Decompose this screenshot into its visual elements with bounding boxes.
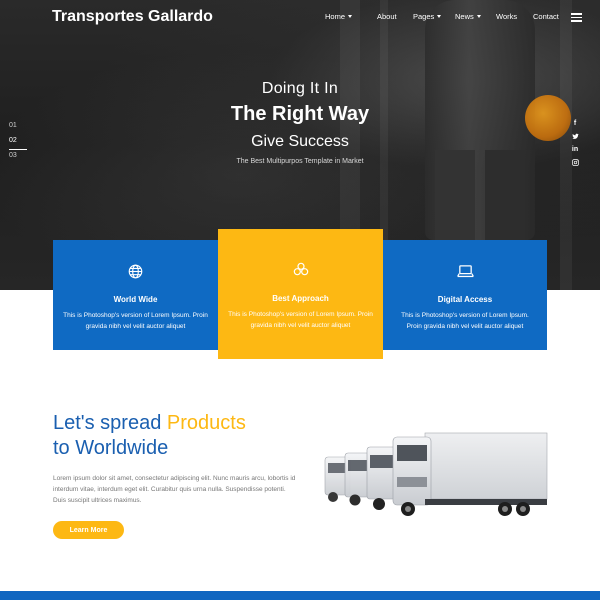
section-heading-line-2: to Worldwide (53, 437, 169, 459)
footer-bar (0, 591, 600, 600)
globe-icon (53, 264, 218, 279)
coins-icon (218, 262, 383, 276)
feature-title: Digital Access (437, 295, 493, 304)
menu-item-pages[interactable]: Pages (413, 12, 455, 21)
hero-tagline: The Best Multipurpos Template in Market (236, 158, 364, 165)
menu-item-label: About (377, 12, 397, 21)
menu-item-label: Contact (533, 12, 559, 21)
feature-description: This is Photoshop's version of Lorem Ips… (228, 311, 373, 329)
laptop-icon (383, 264, 547, 279)
heading-accent: Products (166, 412, 246, 434)
heading-text: Let's spread (53, 412, 167, 434)
brand-logo[interactable]: Transportes Gallardo (52, 8, 213, 26)
menu-item-label: News (455, 12, 474, 21)
feature-title: Best Approach (272, 294, 329, 303)
menu-item-label: Home (325, 12, 346, 21)
hero-headline: The Right Way (230, 103, 370, 125)
section-description: Lorem ipsum dolor sit amet, consectetur … (53, 475, 296, 504)
feature-description: This is Photoshop's version of Lorem Ips… (63, 312, 208, 330)
chevron-down-icon (476, 15, 481, 18)
learn-more-button[interactable]: Learn More (53, 521, 124, 539)
worker-leg (435, 150, 475, 250)
feature-card-best-approach[interactable]: Best Approach This is Photoshop's versio… (218, 229, 383, 359)
hero-line-1: Doing It In (261, 80, 339, 97)
main-menu: Home About Pages News Works Contact (325, 12, 569, 21)
menu-item-about[interactable]: About (377, 12, 413, 21)
menu-item-news[interactable]: News (455, 12, 496, 21)
truck (392, 432, 548, 516)
menu-item-label: Pages (413, 12, 435, 21)
feature-description: This is Photoshop's version of Lorem Ips… (401, 312, 529, 330)
feature-card-world-wide[interactable]: World Wide This is Photoshop's version o… (53, 240, 218, 350)
menu-item-works[interactable]: Works (496, 12, 533, 21)
worker-leg (485, 150, 525, 250)
chevron-down-icon (437, 15, 442, 18)
hero-line-3: Give Success (251, 133, 349, 150)
section-heading: Let's spread Products (53, 412, 246, 435)
hamburger-icon[interactable] (571, 13, 582, 22)
feature-card-digital-access[interactable]: Digital Access This is Photoshop's versi… (383, 240, 547, 350)
feature-title: World Wide (113, 295, 158, 304)
chevron-down-icon (348, 15, 353, 18)
menu-item-home[interactable]: Home (325, 12, 377, 21)
menu-item-label: Works (496, 12, 518, 21)
top-navigation: Transportes Gallardo Home About Pages Ne… (0, 0, 600, 36)
trucks-illustration (324, 432, 548, 516)
menu-item-contact[interactable]: Contact (533, 12, 569, 21)
